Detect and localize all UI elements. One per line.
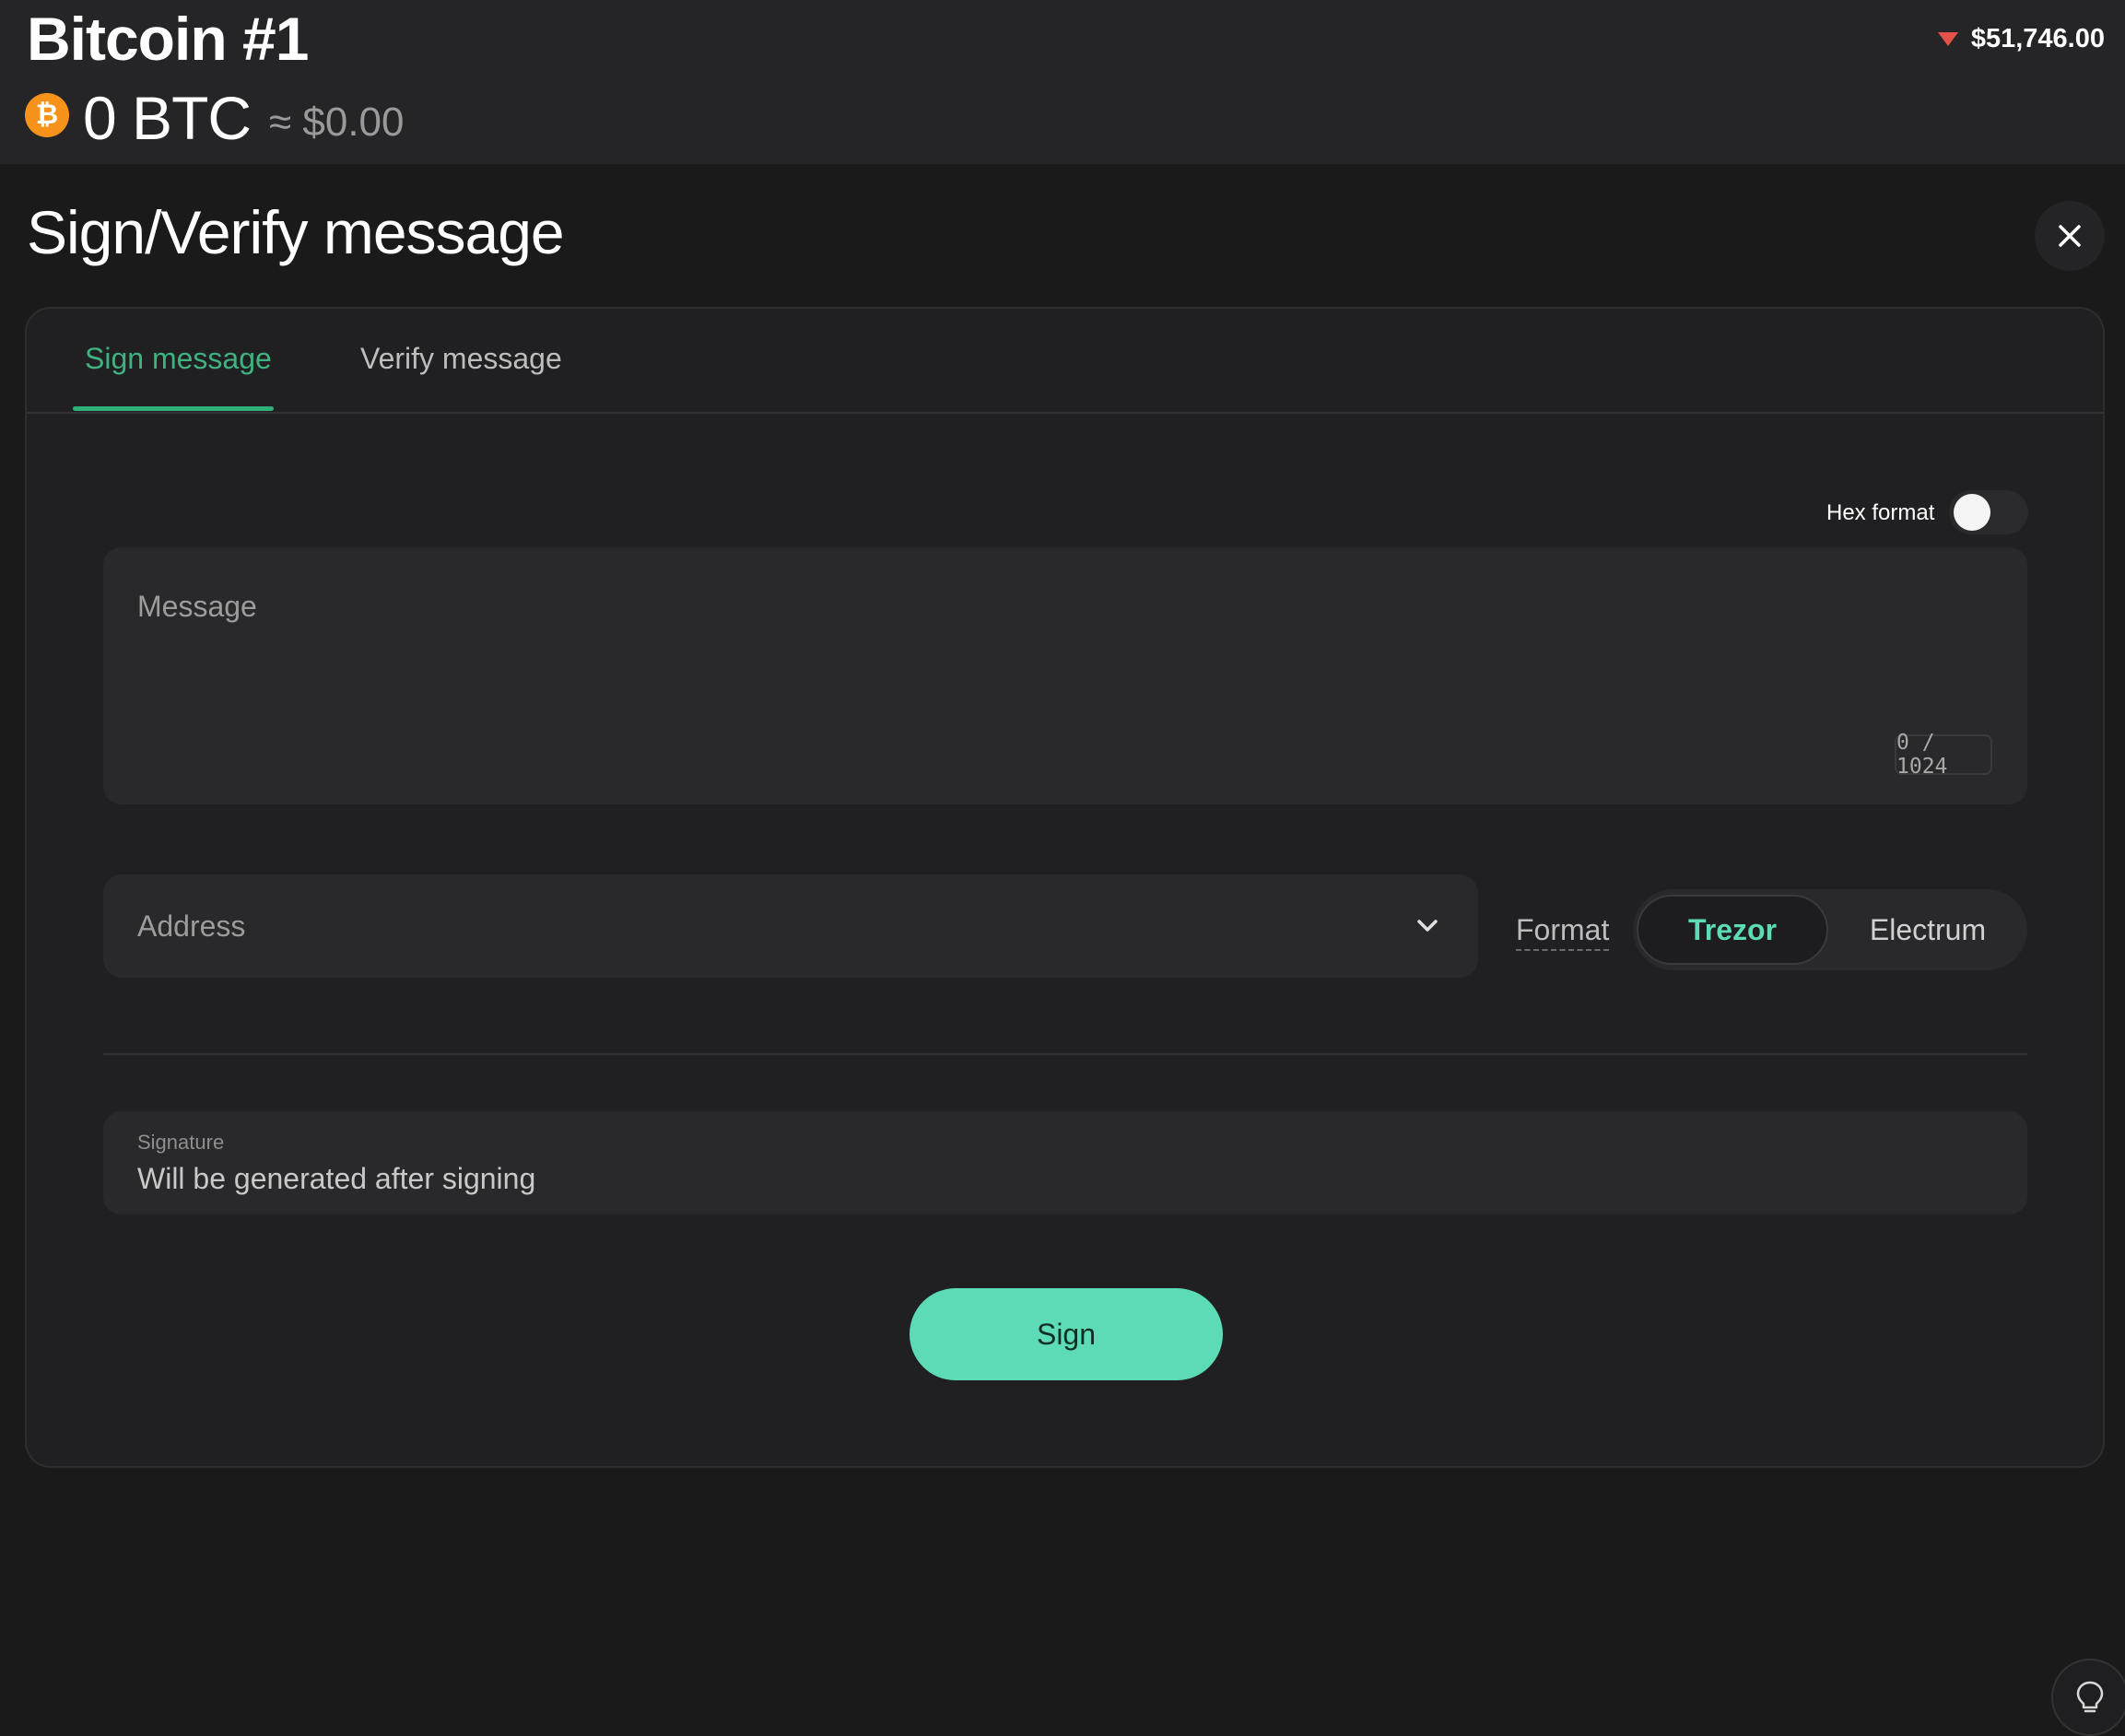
price-ticker: $51,746.00 xyxy=(1937,24,2105,54)
account-header: Bitcoin #1 ₿ 0 BTC ≈ $0.00 $51,746.00 xyxy=(0,0,2125,164)
tab-verify-message[interactable]: Verify message xyxy=(360,342,562,376)
format-label: Format xyxy=(1516,913,1610,951)
price-down-icon xyxy=(1937,32,1958,46)
modal-title: Sign/Verify message xyxy=(27,198,565,266)
toggle-knob xyxy=(1954,494,1990,531)
fiat-balance: ≈ $0.00 xyxy=(269,100,405,145)
price-value: $51,746.00 xyxy=(1970,24,2105,53)
hint-button[interactable] xyxy=(2051,1659,2125,1736)
account-name: Bitcoin #1 xyxy=(27,5,309,73)
close-icon xyxy=(2059,225,2081,247)
active-tab-indicator xyxy=(73,406,274,411)
bitcoin-icon: ₿ xyxy=(25,93,69,137)
address-placeholder: Address xyxy=(137,909,246,943)
crypto-balance: 0 BTC xyxy=(83,84,252,152)
chevron-down-icon xyxy=(1417,920,1438,932)
signature-label: Signature xyxy=(137,1131,225,1154)
address-select[interactable]: Address xyxy=(103,874,1478,978)
signature-value: Will be generated after signing xyxy=(137,1162,536,1195)
message-textarea[interactable]: Message 0 / 1024 xyxy=(103,547,2027,804)
tab-sign-message[interactable]: Sign message xyxy=(85,342,272,376)
hex-format-label: Hex format xyxy=(1826,500,1935,525)
sign-button[interactable]: Sign xyxy=(910,1288,1223,1380)
close-button[interactable] xyxy=(2035,201,2105,271)
divider xyxy=(103,1053,2027,1055)
character-counter: 0 / 1024 xyxy=(1895,731,1992,779)
tab-bar: Sign message Verify message xyxy=(27,309,2103,414)
format-option-trezor[interactable]: Trezor xyxy=(1637,895,1828,965)
message-placeholder: Message xyxy=(137,590,257,623)
signature-field: Signature Will be generated after signin… xyxy=(103,1111,2027,1214)
format-switcher: Trezor Electrum xyxy=(1633,889,2027,970)
format-option-electrum[interactable]: Electrum xyxy=(1832,895,2024,965)
hex-format-toggle[interactable] xyxy=(1949,490,2028,534)
lightbulb-icon xyxy=(2076,1681,2104,1713)
sign-verify-card: Sign message Verify message Hex format M… xyxy=(25,307,2125,1736)
